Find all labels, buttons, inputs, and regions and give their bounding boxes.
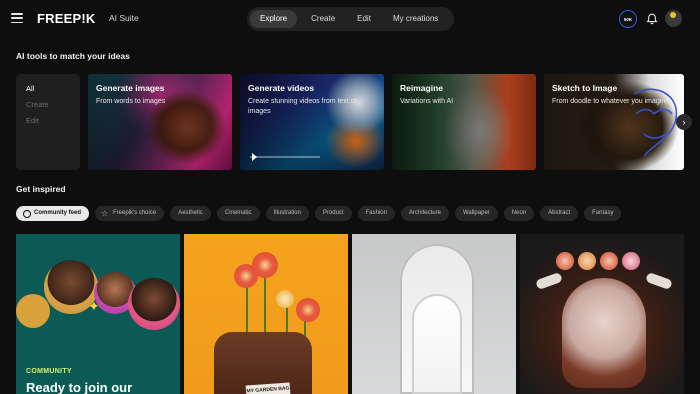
- chip-fantasy[interactable]: Fantasy: [584, 206, 622, 221]
- flower-crown: [556, 252, 652, 276]
- flower: [578, 252, 596, 270]
- bag-label: MY GARDEN BAG: [245, 382, 291, 394]
- chip-abstract[interactable]: Abstract: [540, 206, 579, 221]
- card-generate-videos[interactable]: Generate videos Create stunning videos f…: [240, 74, 384, 170]
- tab-edit[interactable]: Edit: [347, 10, 381, 28]
- chip-architecture[interactable]: Architecture: [400, 206, 449, 221]
- chip-freepiks-choice[interactable]: ☆ Freepik's choice: [95, 206, 165, 221]
- flower: [276, 290, 294, 308]
- card-subtitle: From doodle to whatever you imagine: [552, 98, 670, 105]
- credits-badge[interactable]: 50K: [619, 10, 637, 28]
- flower: [622, 252, 640, 270]
- top-header: FREEP!K AI Suite Explore Create Edit My …: [0, 0, 700, 38]
- tab-explore[interactable]: Explore: [250, 10, 298, 28]
- play-icon: [252, 153, 257, 161]
- flower: [600, 252, 618, 270]
- freepik-logo[interactable]: FREEP!K: [37, 11, 95, 26]
- community-label: COMMUNITY: [26, 368, 72, 375]
- portrait-circle: [128, 278, 180, 330]
- card-subtitle: Variations with AI: [400, 98, 454, 105]
- sparkle-icon: ✦: [88, 298, 100, 314]
- chip-cinematic[interactable]: Cinematic: [216, 206, 260, 221]
- chip-community-feed[interactable]: Community feed: [16, 206, 90, 221]
- card-subtitle: From words to images: [96, 98, 166, 105]
- main-nav: Explore Create Edit My creations: [247, 7, 454, 31]
- ai-tools-title: AI tools to match your ideas: [16, 51, 130, 61]
- video-progress-bar: [250, 156, 320, 158]
- tools-filter-panel: All Create Edit: [16, 74, 80, 170]
- feed-item-arches[interactable]: [352, 234, 516, 394]
- avatar-status-dot: [670, 12, 676, 18]
- ai-suite-label: AI Suite: [109, 13, 139, 23]
- card-subtitle: Create stunning videos from text or imag…: [248, 98, 357, 115]
- chip-illustration[interactable]: Illustration: [265, 206, 309, 221]
- card-reimagine[interactable]: Reimagine Variations with AI: [392, 74, 536, 170]
- tab-my-creations[interactable]: My creations: [383, 10, 448, 28]
- feed-item-monkey[interactable]: [520, 234, 684, 394]
- card-generate-images[interactable]: Generate images From words to images: [88, 74, 232, 170]
- chip-neon[interactable]: Neon: [503, 206, 535, 221]
- menu-icon[interactable]: [11, 13, 23, 23]
- feed-item-flowers[interactable]: MY GARDEN BAG: [184, 234, 348, 394]
- card-title: Generate videos: [248, 83, 315, 93]
- card-title: Reimagine: [400, 83, 443, 93]
- tab-create[interactable]: Create: [301, 10, 345, 28]
- arch-inner: [412, 294, 462, 394]
- chip-aesthetic[interactable]: Aesthetic: [170, 206, 211, 221]
- flower: [296, 298, 320, 322]
- card-title: Sketch to Image: [552, 83, 618, 93]
- card-sketch-to-image[interactable]: Sketch to Image From doodle to whatever …: [544, 74, 684, 170]
- filter-edit[interactable]: Edit: [26, 116, 39, 125]
- flower: [252, 252, 278, 278]
- flower: [556, 252, 574, 270]
- bell-icon[interactable]: [645, 12, 659, 26]
- filter-all[interactable]: All: [26, 84, 34, 93]
- feed-item-community[interactable]: ✦ COMMUNITY Ready to join our: [16, 234, 180, 394]
- carousel-next-button[interactable]: ›: [676, 114, 692, 130]
- chip-wallpaper[interactable]: Wallpaper: [454, 206, 498, 221]
- community-heading: Ready to join our: [26, 380, 133, 394]
- category-chips: Community feed ☆ Freepik's choice Aesthe…: [16, 206, 622, 222]
- star-icon: ☆: [101, 209, 109, 218]
- filter-create[interactable]: Create: [26, 100, 49, 109]
- monkey-face: [562, 278, 646, 388]
- card-title: Generate images: [96, 83, 165, 93]
- chip-fashion[interactable]: Fashion: [357, 206, 395, 221]
- chip-label: Freepik's choice: [113, 210, 157, 216]
- portrait-circle: [16, 294, 50, 328]
- get-inspired-title: Get inspired: [16, 184, 66, 194]
- chevron-right-icon: ›: [682, 117, 686, 127]
- chip-product[interactable]: Product: [314, 206, 352, 221]
